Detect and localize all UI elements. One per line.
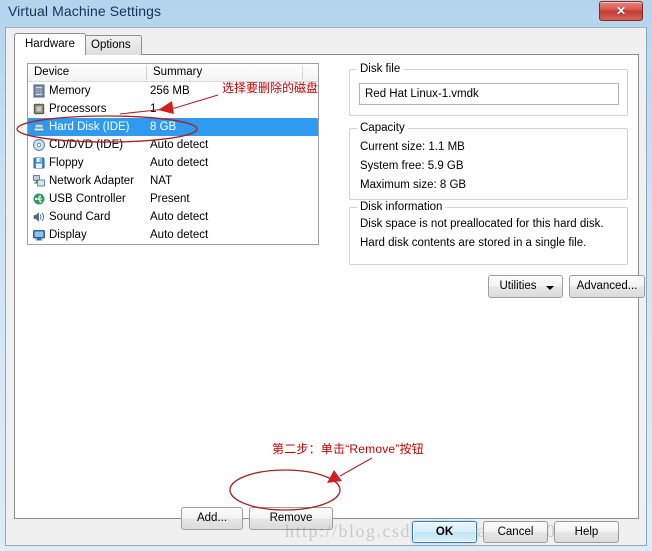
device-summary: NAT — [150, 175, 173, 187]
utilities-button-label: Utilities — [499, 280, 537, 292]
table-row[interactable]: Sound Card Auto detect — [28, 208, 318, 226]
table-row[interactable]: USB Controller Present — [28, 190, 318, 208]
disk-information-line-1: Disk space is not preallocated for this … — [360, 218, 604, 230]
add-button[interactable]: Add... — [181, 507, 243, 530]
window-title: Virtual Machine Settings — [8, 3, 162, 19]
usb-controller-icon — [33, 193, 45, 205]
floppy-icon — [33, 157, 45, 169]
table-row[interactable]: Network Adapter NAT — [28, 172, 318, 190]
cancel-button[interactable]: Cancel — [483, 521, 548, 543]
disk-file-group-title: Disk file — [357, 63, 404, 75]
annotation-text-top: 选择要删除的磁盘 — [222, 81, 319, 95]
device-name: Display — [49, 229, 87, 241]
device-summary: Auto detect — [150, 157, 209, 169]
device-name: USB Controller — [49, 193, 126, 205]
ok-button[interactable]: OK — [412, 521, 477, 543]
table-row[interactable]: Processors 1 — [28, 100, 318, 118]
table-row[interactable]: Floppy Auto detect — [28, 154, 318, 172]
capacity-group: Capacity Current size: 1.1 MB System fre… — [349, 122, 628, 200]
tab-options[interactable]: Options — [80, 35, 142, 55]
disk-information-group: Disk information Disk space is not preal… — [349, 201, 628, 265]
sound-card-icon — [33, 212, 44, 222]
capacity-maximum-size: Maximum size: 8 GB — [360, 179, 467, 191]
disk-file-input[interactable] — [359, 83, 619, 105]
disk-information-line-2: Hard disk contents are stored in a singl… — [360, 237, 587, 249]
device-summary: Present — [150, 193, 190, 205]
capacity-group-title: Capacity — [357, 122, 408, 134]
device-summary: Auto detect — [150, 211, 209, 223]
disk-information-group-title: Disk information — [357, 201, 446, 213]
processor-icon — [33, 103, 45, 115]
cd-dvd-icon — [33, 139, 45, 151]
settings-dialog: Hardware Options Device Summary Memory 2… — [5, 27, 647, 546]
utilities-button[interactable]: Utilities — [488, 275, 563, 298]
memory-icon — [33, 84, 45, 98]
device-name: Processors — [49, 103, 107, 115]
display-icon — [33, 230, 45, 241]
column-divider-2[interactable] — [302, 66, 303, 80]
column-header-device[interactable]: Device — [28, 64, 146, 82]
disk-file-group: Disk file — [349, 63, 628, 116]
help-button[interactable]: Help — [554, 521, 619, 543]
table-row[interactable]: Display Auto detect — [28, 226, 318, 244]
device-name: Hard Disk (IDE) — [49, 121, 130, 133]
network-adapter-icon — [33, 175, 45, 187]
capacity-current-size: Current size: 1.1 MB — [360, 141, 465, 153]
device-name: Floppy — [49, 157, 84, 169]
advanced-button[interactable]: Advanced... — [569, 275, 645, 298]
chevron-down-icon — [546, 286, 554, 290]
title-bar: Virtual Machine Settings ✕ — [0, 0, 652, 27]
device-summary: 1 — [150, 103, 157, 115]
device-summary: Auto detect — [150, 139, 209, 151]
table-row[interactable]: CD/DVD (IDE) Auto detect — [28, 136, 318, 154]
device-summary: 256 MB — [150, 85, 190, 97]
device-name: Sound Card — [49, 211, 111, 223]
hard-disk-icon — [33, 123, 45, 132]
device-summary: Auto detect — [150, 229, 209, 241]
device-name: Memory — [49, 85, 91, 97]
close-button[interactable]: ✕ — [599, 1, 643, 21]
capacity-system-free: System free: 5.9 GB — [360, 160, 464, 172]
annotation-text-bottom: 第二步：单击“Remove”按钮 — [272, 442, 424, 456]
tab-strip: Hardware Options — [14, 33, 639, 55]
tab-hardware[interactable]: Hardware — [14, 33, 86, 55]
close-icon: ✕ — [615, 4, 627, 18]
device-name: Network Adapter — [49, 175, 135, 187]
table-row-selected[interactable]: Hard Disk (IDE) 8 GB — [28, 118, 318, 136]
device-name: CD/DVD (IDE) — [49, 139, 124, 151]
device-summary: 8 GB — [150, 121, 177, 133]
